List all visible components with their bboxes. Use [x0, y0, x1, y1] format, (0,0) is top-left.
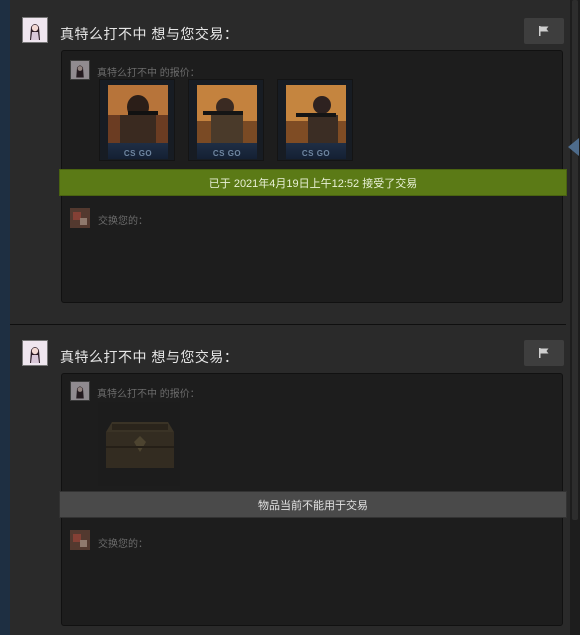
left-panel-edge	[0, 0, 10, 635]
user-avatar-small	[70, 381, 90, 401]
weapon-case-icon	[98, 402, 180, 486]
trade-item[interactable]: CS GO	[99, 79, 175, 161]
item-image	[286, 85, 346, 143]
trade-item-weapon-case[interactable]	[98, 402, 180, 486]
scrollbar[interactable]	[570, 0, 580, 635]
my-avatar	[70, 530, 90, 550]
their-items-label: 真特么打不中 的报价：	[97, 389, 200, 400]
offer-title: 真特么打不中 想与您交易：	[60, 349, 239, 365]
trade-item[interactable]: CS GO	[188, 79, 264, 161]
item-image	[197, 85, 257, 143]
my-avatar	[70, 208, 90, 228]
my-items-label: 交换您的：	[98, 539, 148, 550]
my-items-label: 交换您的：	[98, 216, 148, 227]
trade-status-banner: 物品当前不能用于交易	[59, 491, 567, 518]
user-avatar[interactable]	[22, 17, 48, 43]
item-brand-label: CS GO	[212, 149, 242, 158]
their-items-label: 真特么打不中 的报价：	[97, 68, 200, 79]
item-brand-label: CS GO	[123, 149, 153, 158]
flag-icon	[539, 26, 549, 36]
left-arrow-icon[interactable]	[568, 138, 579, 156]
user-avatar-small	[70, 60, 90, 80]
report-button[interactable]	[524, 340, 564, 366]
scrollbar-thumb[interactable]	[572, 0, 578, 520]
offer-title: 真特么打不中 想与您交易：	[60, 26, 239, 42]
trade-item[interactable]: CS GO	[277, 79, 353, 161]
trade-status-banner: 已于 2021年4月19日上午12:52 接受了交易	[59, 169, 567, 196]
user-avatar[interactable]	[22, 340, 48, 366]
item-image	[108, 85, 168, 143]
offer-divider	[10, 324, 566, 325]
report-button[interactable]	[524, 18, 564, 44]
flag-icon	[539, 348, 549, 358]
item-brand-label: CS GO	[301, 149, 331, 158]
